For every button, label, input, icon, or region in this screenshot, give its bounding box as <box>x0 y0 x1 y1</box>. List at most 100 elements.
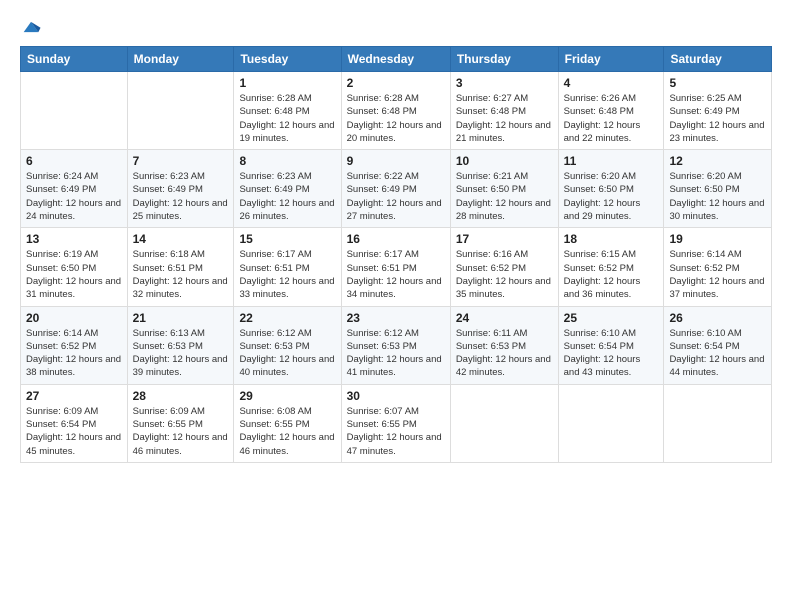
day-info: Sunrise: 6:20 AMSunset: 6:50 PMDaylight:… <box>564 170 659 223</box>
sunset-label: Sunset: 6:49 PM <box>133 184 203 195</box>
day-header-tuesday: Tuesday <box>234 47 341 72</box>
daylight-label: Daylight: 12 hours and 21 minutes. <box>456 120 551 144</box>
calendar-cell: 15Sunrise: 6:17 AMSunset: 6:51 PMDayligh… <box>234 228 341 306</box>
calendar-cell: 22 Sunrise: 6:12 AMSunset: 6:53 PMDayligh… <box>234 306 341 384</box>
calendar-cell: 8 Sunrise: 6:23 AMSunset: 6:49 PMDaylight… <box>234 150 341 228</box>
day-number: 7 <box>133 154 229 168</box>
calendar-cell: 20Sunrise: 6:14 AMSunset: 6:52 PMDayligh… <box>21 306 128 384</box>
sunrise-label: Sunrise: 6:10 AM <box>564 328 636 339</box>
sunset-label: Sunset: 6:50 PM <box>26 263 96 274</box>
sunset-label: Sunset: 6:48 PM <box>564 106 634 117</box>
calendar-cell <box>664 384 772 462</box>
day-number: 19 <box>669 232 766 246</box>
calendar-cell: 21Sunrise: 6:13 AMSunset: 6:53 PMDayligh… <box>127 306 234 384</box>
sunrise-label: Sunrise: 6:09 AM <box>133 406 205 417</box>
calendar-cell: 23 Sunrise: 6:12 AMSunset: 6:53 PMDayligh… <box>341 306 450 384</box>
daylight-label: Daylight: 12 hours and 23 minutes. <box>669 120 764 144</box>
daylight-label: Daylight: 12 hours and 35 minutes. <box>456 276 551 300</box>
sunset-label: Sunset: 6:53 PM <box>133 341 203 352</box>
sunset-label: Sunset: 6:51 PM <box>133 263 203 274</box>
day-info: Sunrise: 6:25 AMSunset: 6:49 PMDaylight:… <box>669 92 766 145</box>
calendar-cell: 2 Sunrise: 6:28 AMSunset: 6:48 PMDaylight… <box>341 72 450 150</box>
day-info: Sunrise: 6:23 AMSunset: 6:49 PMDaylight:… <box>239 170 335 223</box>
day-number: 22 <box>239 311 335 325</box>
calendar-cell: 16 Sunrise: 6:17 AMSunset: 6:51 PMDayligh… <box>341 228 450 306</box>
daylight-label: Daylight: 12 hours and 24 minutes. <box>26 198 121 222</box>
sunset-label: Sunset: 6:53 PM <box>239 341 309 352</box>
calendar-cell <box>127 72 234 150</box>
calendar-cell: 26Sunrise: 6:10 AMSunset: 6:54 PMDayligh… <box>664 306 772 384</box>
sunset-label: Sunset: 6:48 PM <box>456 106 526 117</box>
day-info: Sunrise: 6:26 AMSunset: 6:48 PMDaylight:… <box>564 92 659 145</box>
sunset-label: Sunset: 6:50 PM <box>456 184 526 195</box>
sunset-label: Sunset: 6:49 PM <box>347 184 417 195</box>
day-info: Sunrise: 6:20 AMSunset: 6:50 PMDaylight:… <box>669 170 766 223</box>
day-info: Sunrise: 6:15 AMSunset: 6:52 PMDaylight:… <box>564 248 659 301</box>
sunset-label: Sunset: 6:49 PM <box>239 184 309 195</box>
day-info: Sunrise: 6:17 AMSunset: 6:51 PMDaylight:… <box>347 248 445 301</box>
calendar-cell: 6Sunrise: 6:24 AMSunset: 6:49 PMDaylight… <box>21 150 128 228</box>
day-number: 6 <box>26 154 122 168</box>
day-info: Sunrise: 6:23 AMSunset: 6:49 PMDaylight:… <box>133 170 229 223</box>
sunset-label: Sunset: 6:48 PM <box>239 106 309 117</box>
day-info: Sunrise: 6:21 AMSunset: 6:50 PMDaylight:… <box>456 170 553 223</box>
day-number: 1 <box>239 76 335 90</box>
daylight-label: Daylight: 12 hours and 43 minutes. <box>564 354 641 378</box>
calendar-cell: 12 Sunrise: 6:20 AMSunset: 6:50 PMDayligh… <box>664 150 772 228</box>
day-number: 12 <box>669 154 766 168</box>
day-number: 11 <box>564 154 659 168</box>
daylight-label: Daylight: 12 hours and 28 minutes. <box>456 198 551 222</box>
calendar-cell: 27Sunrise: 6:09 AMSunset: 6:54 PMDayligh… <box>21 384 128 462</box>
sunset-label: Sunset: 6:54 PM <box>669 341 739 352</box>
day-number: 4 <box>564 76 659 90</box>
calendar-cell: 18 Sunrise: 6:15 AMSunset: 6:52 PMDayligh… <box>558 228 664 306</box>
day-header-sunday: Sunday <box>21 47 128 72</box>
calendar-cell: 17Sunrise: 6:16 AMSunset: 6:52 PMDayligh… <box>450 228 558 306</box>
day-info: Sunrise: 6:12 AMSunset: 6:53 PMDaylight:… <box>347 327 445 380</box>
calendar-cell: 25Sunrise: 6:10 AMSunset: 6:54 PMDayligh… <box>558 306 664 384</box>
sunrise-label: Sunrise: 6:13 AM <box>133 328 205 339</box>
sunset-label: Sunset: 6:50 PM <box>564 184 634 195</box>
day-number: 16 <box>347 232 445 246</box>
daylight-label: Daylight: 12 hours and 46 minutes. <box>133 432 228 456</box>
day-info: Sunrise: 6:27 AMSunset: 6:48 PMDaylight:… <box>456 92 553 145</box>
day-number: 8 <box>239 154 335 168</box>
daylight-label: Daylight: 12 hours and 34 minutes. <box>347 276 442 300</box>
header <box>20 16 772 38</box>
day-info: Sunrise: 6:28 AMSunset: 6:48 PMDaylight:… <box>347 92 445 145</box>
day-info: Sunrise: 6:09 AMSunset: 6:55 PMDaylight:… <box>133 405 229 458</box>
calendar-cell: 29Sunrise: 6:08 AMSunset: 6:55 PMDayligh… <box>234 384 341 462</box>
day-number: 18 <box>564 232 659 246</box>
calendar-cell: 9Sunrise: 6:22 AMSunset: 6:49 PMDaylight… <box>341 150 450 228</box>
daylight-label: Daylight: 12 hours and 37 minutes. <box>669 276 764 300</box>
sunrise-label: Sunrise: 6:23 AM <box>133 171 205 182</box>
daylight-label: Daylight: 12 hours and 27 minutes. <box>347 198 442 222</box>
sunset-label: Sunset: 6:51 PM <box>239 263 309 274</box>
sunset-label: Sunset: 6:54 PM <box>564 341 634 352</box>
sunset-label: Sunset: 6:48 PM <box>347 106 417 117</box>
day-header-thursday: Thursday <box>450 47 558 72</box>
day-number: 27 <box>26 389 122 403</box>
day-header-saturday: Saturday <box>664 47 772 72</box>
sunset-label: Sunset: 6:52 PM <box>669 263 739 274</box>
calendar-cell: 5Sunrise: 6:25 AMSunset: 6:49 PMDaylight… <box>664 72 772 150</box>
sunset-label: Sunset: 6:50 PM <box>669 184 739 195</box>
day-info: Sunrise: 6:11 AMSunset: 6:53 PMDaylight:… <box>456 327 553 380</box>
day-info: Sunrise: 6:14 AMSunset: 6:52 PMDaylight:… <box>26 327 122 380</box>
calendar-cell: 11 Sunrise: 6:20 AMSunset: 6:50 PMDayligh… <box>558 150 664 228</box>
sunrise-label: Sunrise: 6:18 AM <box>133 249 205 260</box>
calendar-cell: 1Sunrise: 6:28 AMSunset: 6:48 PMDaylight… <box>234 72 341 150</box>
day-info: Sunrise: 6:22 AMSunset: 6:49 PMDaylight:… <box>347 170 445 223</box>
daylight-label: Daylight: 12 hours and 32 minutes. <box>133 276 228 300</box>
calendar-cell: 24Sunrise: 6:11 AMSunset: 6:53 PMDayligh… <box>450 306 558 384</box>
day-number: 23 <box>347 311 445 325</box>
daylight-label: Daylight: 12 hours and 40 minutes. <box>239 354 334 378</box>
calendar-cell: 4 Sunrise: 6:26 AMSunset: 6:48 PMDaylight… <box>558 72 664 150</box>
day-info: Sunrise: 6:12 AMSunset: 6:53 PMDaylight:… <box>239 327 335 380</box>
sunset-label: Sunset: 6:49 PM <box>26 184 96 195</box>
daylight-label: Daylight: 12 hours and 46 minutes. <box>239 432 334 456</box>
day-info: Sunrise: 6:10 AMSunset: 6:54 PMDaylight:… <box>669 327 766 380</box>
daylight-label: Daylight: 12 hours and 26 minutes. <box>239 198 334 222</box>
day-number: 2 <box>347 76 445 90</box>
day-info: Sunrise: 6:10 AM Sunset: 6:54 PM Daylight:… <box>564 327 659 380</box>
